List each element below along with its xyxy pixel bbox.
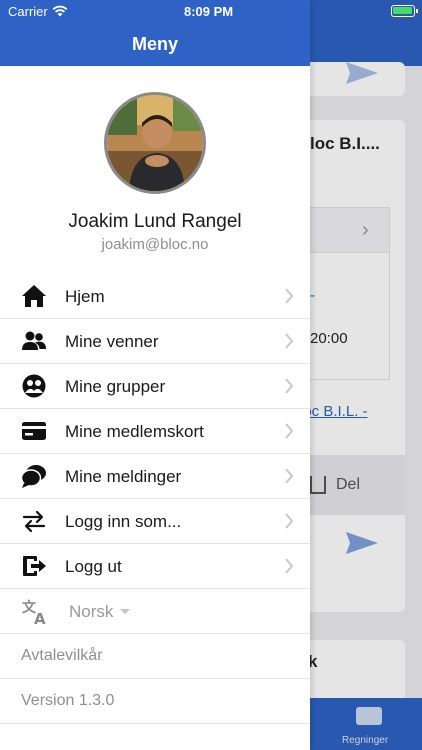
terms-label: Avtalevilkår	[21, 647, 103, 664]
chevron-right-icon	[285, 333, 294, 349]
menu-item-messages[interactable]: Mine meldinger	[0, 454, 310, 499]
chevron-right-icon	[285, 468, 294, 484]
language-value: Norsk	[69, 602, 114, 621]
chevron-right-icon	[285, 558, 294, 574]
menu-item-groups[interactable]: Mine grupper	[0, 364, 310, 409]
translate-icon: 文 A	[22, 599, 46, 626]
menu-item-label: Logg ut	[65, 557, 122, 576]
menu-item-home[interactable]: Hjem	[0, 274, 310, 319]
home-icon	[22, 285, 46, 307]
clock: 8:09 PM	[184, 4, 234, 19]
messages-icon	[21, 465, 46, 488]
menu-item-label: Mine medlemskort	[65, 422, 204, 441]
drawer-menu: Hjem Mine venner Mine grupper Mine medle…	[0, 274, 310, 724]
carrier-label: Carrier	[8, 4, 48, 19]
menu-item-label: Mine meldinger	[65, 467, 182, 486]
wifi-icon	[52, 5, 68, 17]
avatar[interactable]	[104, 92, 206, 194]
chevron-right-icon	[285, 423, 294, 439]
status-bar: Carrier 8:09 PM	[0, 0, 422, 24]
menu-item-label: Logg inn som...	[65, 512, 182, 531]
version-label: Version 1.3.0	[21, 692, 115, 709]
chevron-down-icon	[120, 609, 130, 614]
battery-icon	[391, 5, 418, 17]
language-selector[interactable]: 文 A Norsk	[0, 589, 310, 634]
svg-text:A: A	[34, 610, 46, 626]
chevron-right-icon	[285, 513, 294, 529]
menu-item-label: Mine venner	[65, 332, 159, 351]
groups-icon	[22, 374, 46, 398]
friends-icon	[22, 331, 46, 350]
navigation-drawer: Meny Joakim Lund Rangel joakim@bloc.no H…	[0, 0, 310, 750]
logout-icon	[23, 556, 46, 576]
chevron-right-icon	[285, 288, 294, 304]
menu-item-logout[interactable]: Logg ut	[0, 544, 310, 589]
switch-user-icon	[22, 510, 46, 533]
chevron-right-icon	[285, 378, 294, 394]
membership-card-icon	[22, 422, 46, 440]
menu-item-terms[interactable]: Avtalevilkår	[0, 634, 310, 679]
menu-item-label: Hjem	[65, 287, 105, 306]
profile-email: joakim@bloc.no	[101, 236, 209, 253]
drawer-title: Meny	[131, 34, 178, 54]
menu-item-label: Mine grupper	[65, 377, 166, 396]
profile-name: Joakim Lund Rangel	[68, 211, 242, 232]
version-row: Version 1.3.0	[0, 679, 310, 724]
menu-item-login-as[interactable]: Logg inn som...	[0, 499, 310, 544]
menu-item-membership-cards[interactable]: Mine medlemskort	[0, 409, 310, 454]
menu-item-friends[interactable]: Mine venner	[0, 319, 310, 364]
